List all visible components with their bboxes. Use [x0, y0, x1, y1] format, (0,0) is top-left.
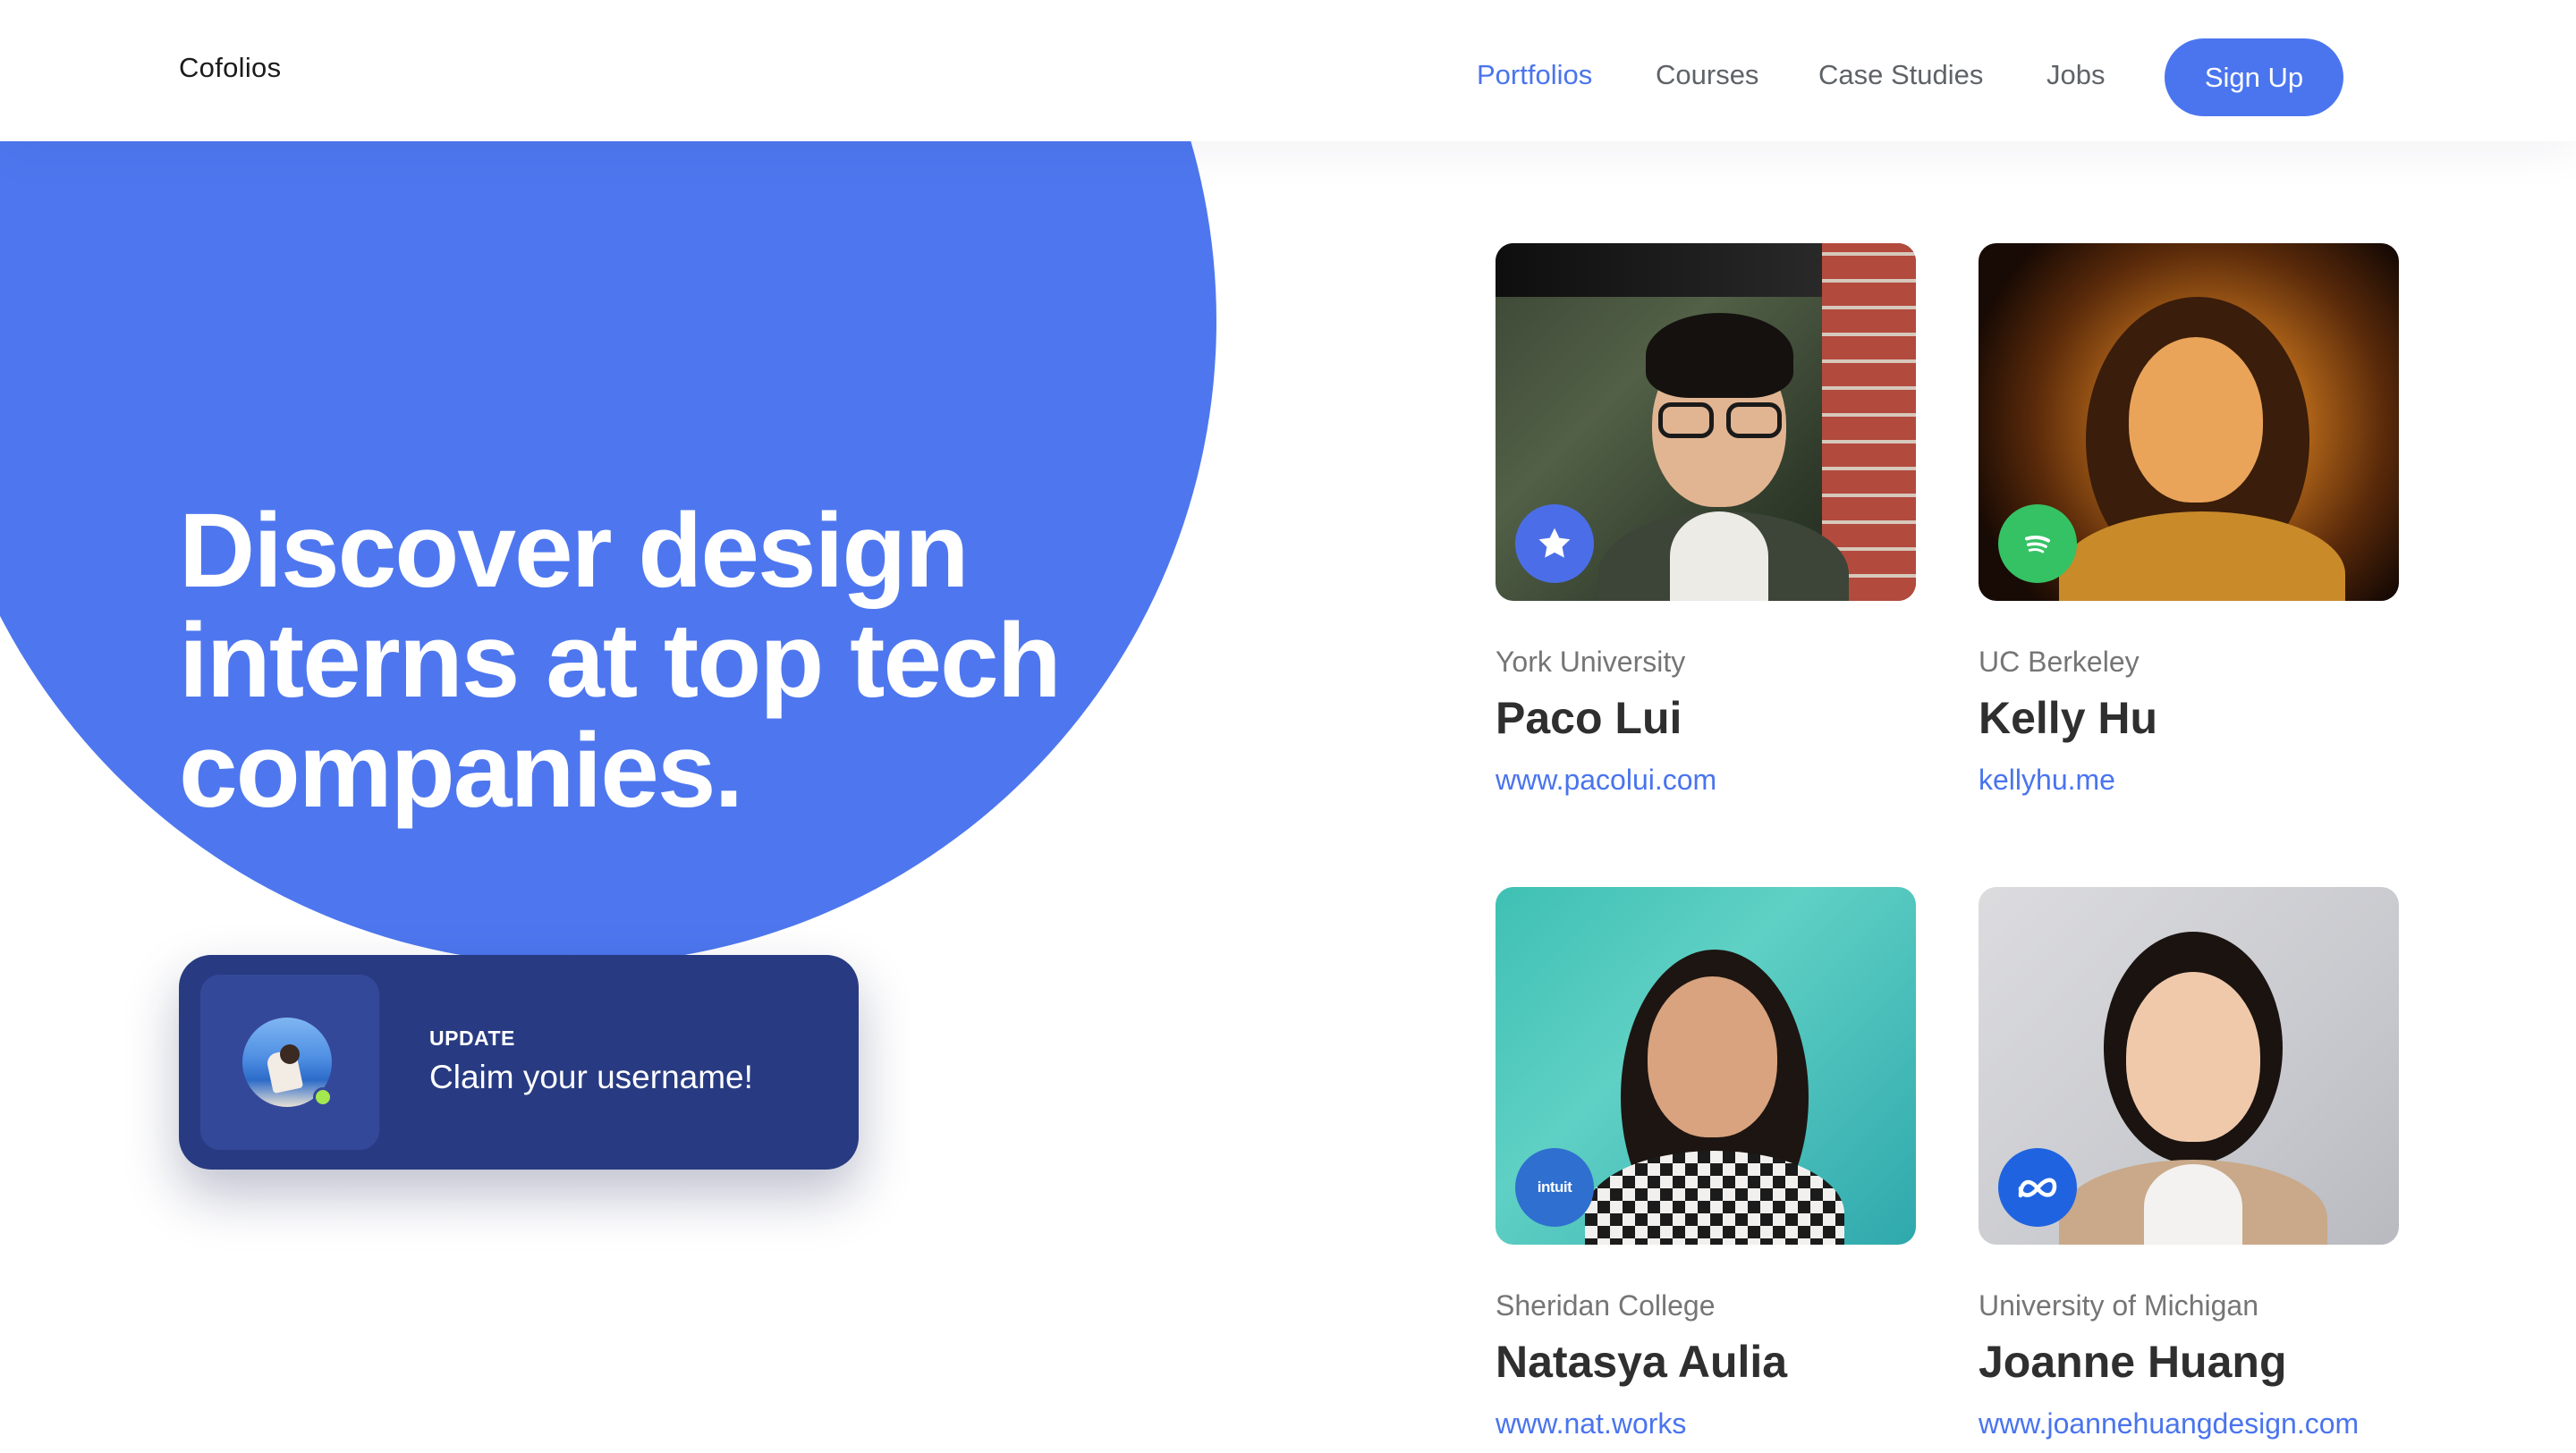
portfolio-name[interactable]: Natasya Aulia: [1496, 1336, 1787, 1388]
portfolio-school: UC Berkeley: [1979, 646, 2140, 678]
portfolio-photo[interactable]: [1979, 243, 2399, 601]
portfolio-name[interactable]: Kelly Hu: [1979, 692, 2157, 744]
portfolio-photo[interactable]: [1496, 243, 1916, 601]
portfolio-name[interactable]: Paco Lui: [1496, 692, 1682, 744]
portfolio-photo[interactable]: intuit: [1496, 887, 1916, 1245]
hero-title-line-1: Discover design: [179, 492, 970, 610]
portfolio-photo[interactable]: [1979, 887, 2399, 1245]
hero-title-line-3: companies.: [179, 712, 743, 830]
top-nav-bar: Cofolios Portfolios Courses Case Studies…: [0, 0, 2576, 141]
intuit-icon: intuit: [1515, 1148, 1594, 1227]
hero-title: Discover design interns at top tech comp…: [179, 496, 1208, 826]
hero-title-line-2: interns at top tech: [179, 602, 1062, 720]
portfolio-school: Sheridan College: [1496, 1289, 1716, 1322]
nav-portfolios[interactable]: Portfolios: [1477, 59, 1592, 91]
portfolio-name[interactable]: Joanne Huang: [1979, 1336, 2286, 1388]
sign-up-button[interactable]: Sign Up: [2165, 38, 2343, 116]
portfolio-link[interactable]: kellyhu.me: [1979, 764, 2115, 797]
update-thumbnail: [200, 975, 379, 1150]
portfolio-link[interactable]: www.joannehuangdesign.com: [1979, 1407, 2359, 1440]
update-card[interactable]: UPDATE Claim your username!: [179, 955, 859, 1170]
portfolio-school: York University: [1496, 646, 1686, 678]
update-label: UPDATE: [429, 1026, 515, 1050]
star-icon: [1515, 504, 1594, 583]
nav-courses[interactable]: Courses: [1656, 59, 1758, 91]
update-text: Claim your username!: [429, 1059, 753, 1095]
nav-case-studies[interactable]: Case Studies: [1818, 59, 1983, 91]
online-status-dot: [313, 1087, 333, 1107]
portfolio-school: University of Michigan: [1979, 1289, 2258, 1322]
meta-icon: [1998, 1148, 2077, 1227]
intuit-logo-text: intuit: [1537, 1178, 1572, 1195]
spotify-icon: [1998, 504, 2077, 583]
nav-jobs[interactable]: Jobs: [2046, 59, 2105, 91]
logo[interactable]: Cofolios: [179, 52, 281, 84]
portfolio-link[interactable]: www.nat.works: [1496, 1407, 1686, 1440]
portfolio-link[interactable]: www.pacolui.com: [1496, 764, 1716, 797]
